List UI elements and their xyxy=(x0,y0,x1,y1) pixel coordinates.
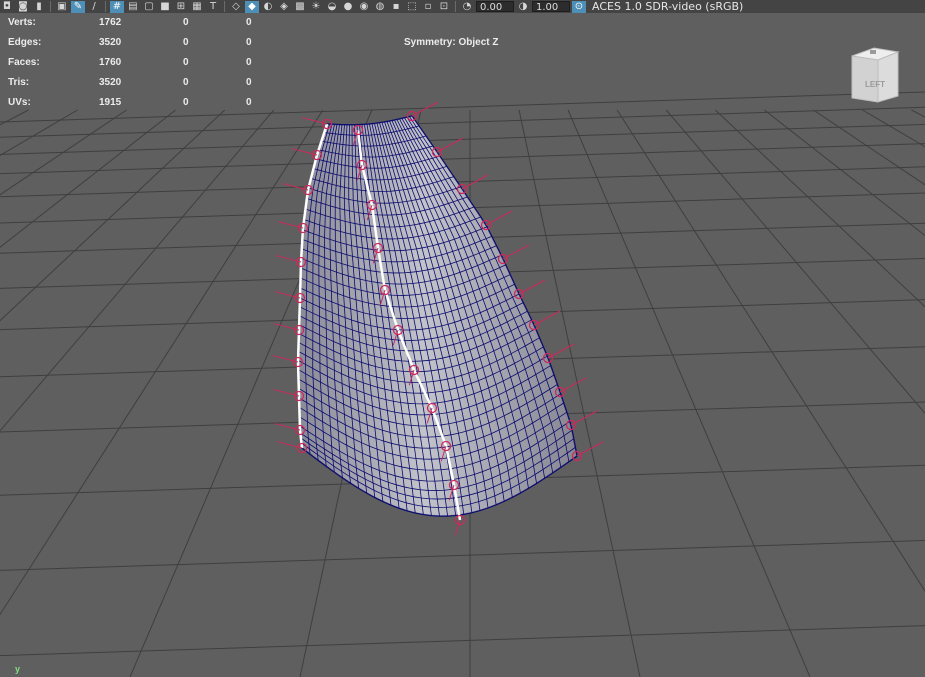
hud-value: 1760 xyxy=(99,57,122,68)
hud-value: 0 xyxy=(246,57,252,68)
hud-label: Edges: xyxy=(8,37,42,48)
bookmark-icon[interactable]: ▮ xyxy=(32,1,46,13)
default-material-icon[interactable]: ◐ xyxy=(261,1,275,13)
xray-icon[interactable]: ▫ xyxy=(421,1,435,13)
toolbar-separator xyxy=(224,1,225,12)
grease-pencil-icon[interactable]: ✎ xyxy=(71,0,85,13)
hud-value: 0 xyxy=(246,37,252,48)
toolbar-separator xyxy=(455,1,456,12)
view-cube-home-icon[interactable] xyxy=(870,50,876,54)
view-cube-label: LEFT xyxy=(865,80,885,89)
hud-value: 0 xyxy=(246,77,252,88)
shadows-icon[interactable]: ◒ xyxy=(325,1,339,13)
grid-icon[interactable]: # xyxy=(110,0,124,13)
hud-row-edges: Edges: 3520 0 0 xyxy=(8,37,268,57)
smooth-shade-icon[interactable]: ◆ xyxy=(245,0,259,13)
gamma-icon[interactable]: ◑ xyxy=(516,1,530,13)
hud-value: 0 xyxy=(183,37,189,48)
xray-joints-icon[interactable]: ⊡ xyxy=(437,1,451,13)
isolate-select-icon[interactable]: ⬚ xyxy=(405,1,419,13)
hud-row-uvs: UVs: 1915 0 0 xyxy=(8,97,268,117)
motion-blur-icon[interactable]: ◉ xyxy=(357,1,371,13)
hud-value: 3520 xyxy=(99,77,122,88)
hud-row-tris: Tris: 3520 0 0 xyxy=(8,77,268,97)
safe-action-icon[interactable]: ▦ xyxy=(190,1,204,13)
hud-value: 0 xyxy=(183,97,189,108)
wireframe-icon[interactable]: ◇ xyxy=(229,1,243,13)
view-cube-front-face[interactable] xyxy=(877,51,899,103)
depth-of-field-icon[interactable]: ▪ xyxy=(389,1,403,13)
hud-value: 0 xyxy=(183,57,189,68)
hud-value: 0 xyxy=(246,97,252,108)
view-cube-left-face[interactable] xyxy=(851,55,879,103)
hud-label: Verts: xyxy=(8,17,36,28)
lights-icon[interactable]: ☀ xyxy=(309,1,323,13)
poly-count-hud: Verts: 1762 0 0 Edges: 3520 0 0 Faces: 1… xyxy=(8,17,268,117)
hud-row-verts: Verts: 1762 0 0 xyxy=(8,17,268,37)
exposure-field[interactable]: 0.00 xyxy=(476,1,514,13)
camera-icon[interactable]: ◘ xyxy=(0,1,14,13)
hud-value: 1762 xyxy=(99,17,122,28)
safe-title-icon[interactable]: T xyxy=(206,1,220,13)
gate-mask-icon[interactable]: ■ xyxy=(158,1,172,13)
resolution-gate-icon[interactable]: ▢ xyxy=(142,1,156,13)
axis-indicator: y xyxy=(15,664,21,674)
color-space-dropdown[interactable]: ACES 1.0 SDR-video (sRGB) xyxy=(592,0,743,13)
hud-row-faces: Faces: 1760 0 0 xyxy=(8,57,268,77)
camera-attr-icon[interactable]: ◙ xyxy=(16,1,30,13)
hud-value: 0 xyxy=(183,17,189,28)
panel-toolbar: ◘ ◙ ▮ ▣ ✎ / # ▤ ▢ ■ ⊞ ▦ T ◇ ◆ ◐ ◈ ▩ ☀ ◒ … xyxy=(0,0,925,13)
gamma-field[interactable]: 1.00 xyxy=(532,1,570,13)
symmetry-status: Symmetry: Object Z xyxy=(404,37,499,48)
hud-value: 0 xyxy=(183,77,189,88)
xray-active-icon[interactable]: ◈ xyxy=(277,1,291,13)
anti-alias-icon[interactable]: ◍ xyxy=(373,1,387,13)
exposure-icon[interactable]: ◔ xyxy=(460,1,474,13)
image-plane-icon[interactable]: ▣ xyxy=(55,1,69,13)
color-management-icon[interactable]: ⊙ xyxy=(572,0,586,13)
view-cube[interactable]: LEFT xyxy=(848,42,902,104)
pencil-icon[interactable]: / xyxy=(87,1,101,13)
toolbar-separator xyxy=(105,1,106,12)
ambient-occlusion-icon[interactable]: ● xyxy=(341,1,355,13)
film-gate-icon[interactable]: ▤ xyxy=(126,1,140,13)
hud-value: 3520 xyxy=(99,37,122,48)
hud-value: 1915 xyxy=(99,97,122,108)
toolbar-separator xyxy=(50,1,51,12)
textured-icon[interactable]: ▩ xyxy=(293,1,307,13)
hud-label: Faces: xyxy=(8,57,40,68)
hud-value: 0 xyxy=(246,17,252,28)
hud-label: Tris: xyxy=(8,77,30,88)
hud-label: UVs: xyxy=(8,97,31,108)
field-chart-icon[interactable]: ⊞ xyxy=(174,1,188,13)
